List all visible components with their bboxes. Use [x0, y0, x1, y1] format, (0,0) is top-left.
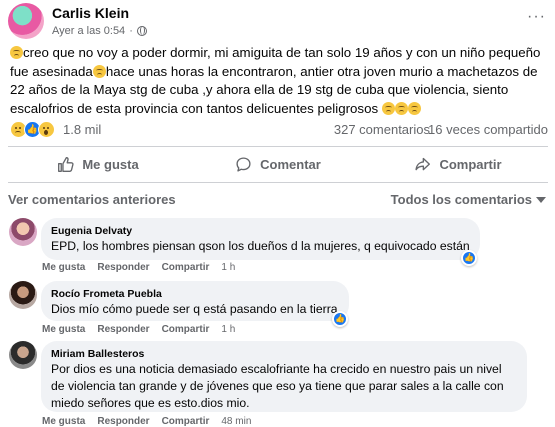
- post-text: creo que no voy a poder dormir, mi amigu…: [10, 45, 541, 116]
- comment-bubble: Rocío Frometa Puebla Dios mío cómo puede…: [41, 281, 349, 321]
- reaction-count[interactable]: 1.8 mil: [63, 122, 101, 137]
- comment-share-button[interactable]: Compartir: [162, 324, 210, 335]
- comment-bubble: Eugenia Delvaty EPD, los hombres piensan…: [41, 218, 480, 260]
- wow-reaction-icon: [38, 121, 55, 138]
- comment-like-button[interactable]: Me gusta: [42, 324, 85, 335]
- divider: [8, 146, 548, 147]
- share-button[interactable]: Compartir: [368, 148, 548, 180]
- like-badge-icon[interactable]: 👍: [332, 311, 348, 327]
- comments-filter-dropdown[interactable]: Todos los comentarios: [391, 192, 546, 207]
- post-timestamp[interactable]: Ayer a las 0:54: [52, 25, 125, 37]
- commenter-avatar[interactable]: [9, 281, 37, 309]
- comment-bubble: Miriam Ballesteros Por dios es una notic…: [41, 341, 527, 412]
- comment-text: Por dios es una noticia demasiado escalo…: [51, 362, 504, 410]
- author-name[interactable]: Carlis Klein: [52, 5, 129, 21]
- comment-actions: Me gusta Responder Compartir 48 min: [42, 416, 251, 427]
- comment-text: Dios mío cómo puede ser q está pasando e…: [51, 302, 338, 316]
- more-options-icon[interactable]: ···: [527, 9, 546, 25]
- comment-actions: Me gusta Responder Compartir 1 h: [42, 262, 235, 273]
- commenter-avatar[interactable]: [9, 218, 37, 246]
- comments-count[interactable]: 327 comentarios: [334, 122, 430, 137]
- comment-like-button[interactable]: Me gusta: [42, 416, 85, 427]
- reactions-summary: 👍 1.8 mil 327 comentarios 16 veces compa…: [10, 121, 548, 139]
- view-previous-comments-link[interactable]: Ver comentarios anteriores: [8, 192, 176, 207]
- comment-time[interactable]: 1 h: [221, 324, 235, 335]
- share-icon: [415, 157, 431, 170]
- post-action-bar: Me gusta Comentar Compartir: [8, 148, 548, 180]
- comment-time[interactable]: 48 min: [221, 416, 251, 427]
- commenter-name[interactable]: Eugenia Delvaty: [51, 224, 470, 238]
- post-header: Carlis Klein Ayer a las 0:54 · ···: [8, 3, 548, 43]
- globe-icon: [136, 26, 147, 36]
- comment-share-button[interactable]: Compartir: [162, 262, 210, 273]
- thumbs-up-icon: [58, 156, 74, 172]
- comment-share-button[interactable]: Compartir: [162, 416, 210, 427]
- comment-reply-button[interactable]: Responder: [97, 324, 149, 335]
- divider: [8, 182, 548, 183]
- comment-reply-button[interactable]: Responder: [97, 262, 149, 273]
- comment-reply-button[interactable]: Responder: [97, 416, 149, 427]
- sad-emoji-icon: [394, 101, 408, 115]
- comment-text: EPD, los hombres piensan qson los dueños…: [51, 239, 470, 253]
- like-button[interactable]: Me gusta: [8, 148, 188, 180]
- comment-like-button[interactable]: Me gusta: [42, 262, 85, 273]
- sad-emoji-icon: [10, 46, 23, 59]
- author-avatar[interactable]: [8, 3, 44, 39]
- comment-icon: [236, 156, 251, 172]
- comment-actions: Me gusta Responder Compartir 1 h: [42, 324, 235, 335]
- commenter-avatar[interactable]: [9, 341, 37, 369]
- caret-down-icon: [536, 196, 546, 203]
- sad-emoji-icon: [407, 101, 421, 115]
- shares-count[interactable]: 16 veces compartido: [428, 122, 548, 137]
- sad-emoji-icon: [92, 64, 106, 78]
- comment-time[interactable]: 1 h: [221, 262, 235, 273]
- like-badge-icon[interactable]: 👍: [461, 250, 477, 266]
- post-meta: Ayer a las 0:54 ·: [52, 25, 147, 37]
- comment-button[interactable]: Comentar: [188, 148, 368, 180]
- reaction-icons[interactable]: 👍: [10, 121, 55, 138]
- sad-emoji-icon: [381, 101, 395, 115]
- commenter-name[interactable]: Rocío Frometa Puebla: [51, 287, 339, 301]
- commenter-name[interactable]: Miriam Ballesteros: [51, 347, 517, 361]
